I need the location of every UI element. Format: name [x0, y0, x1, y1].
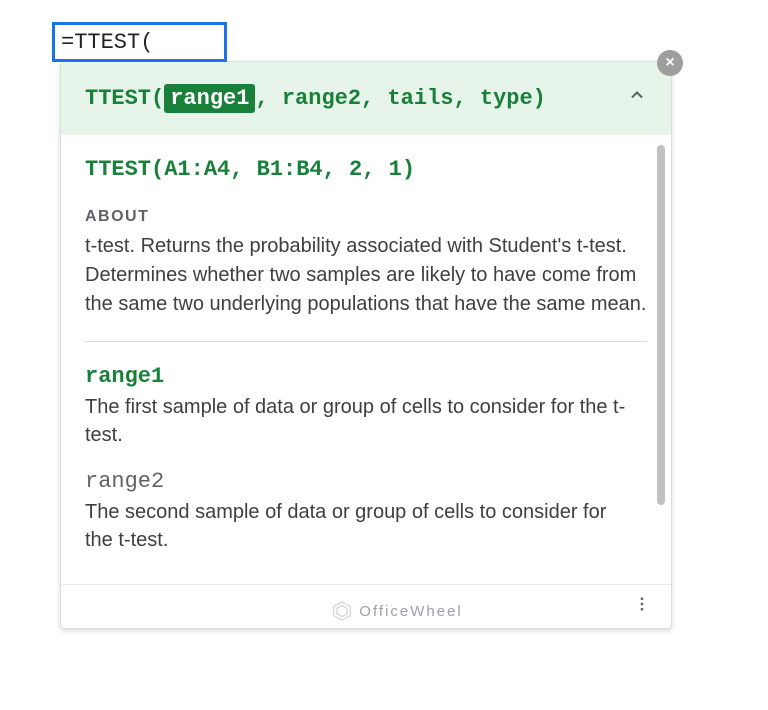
- collapse-button[interactable]: [627, 85, 647, 112]
- example-formula: TTEST(A1:A4, B1:B4, 2, 1): [85, 157, 647, 182]
- param-desc-range1: The first sample of data or group of cel…: [85, 393, 630, 449]
- divider: [85, 341, 647, 342]
- signature-rest: , range2, tails, type): [255, 86, 545, 111]
- param-block: range1 The first sample of data or group…: [85, 364, 647, 449]
- tooltip-body: TTEST(A1:A4, B1:B4, 2, 1) ABOUT t-test. …: [61, 135, 671, 584]
- param-name-range2: range2: [85, 469, 647, 494]
- about-label: ABOUT: [85, 208, 647, 226]
- about-text: t-test. Returns the probability associat…: [85, 232, 647, 319]
- more-vertical-icon: [633, 595, 651, 613]
- function-tooltip: × TTEST( range1 , range2, tails, type) T…: [60, 61, 672, 629]
- tooltip-footer: [61, 584, 671, 628]
- close-icon: ×: [665, 54, 674, 72]
- param-desc-range2: The second sample of data or group of ce…: [85, 498, 630, 554]
- chevron-up-icon: [627, 85, 647, 105]
- scrollbar[interactable]: [657, 145, 665, 505]
- more-button[interactable]: [627, 589, 657, 624]
- close-button[interactable]: ×: [657, 50, 683, 76]
- formula-input[interactable]: =TTEST(: [52, 22, 227, 62]
- signature-header: TTEST( range1 , range2, tails, type): [61, 62, 671, 135]
- signature-active-param: range1: [164, 84, 255, 113]
- signature-fn: TTEST(: [85, 86, 164, 111]
- param-name-range1: range1: [85, 364, 647, 389]
- param-block: range2 The second sample of data or grou…: [85, 469, 647, 554]
- signature-text: TTEST( range1 , range2, tails, type): [85, 84, 546, 113]
